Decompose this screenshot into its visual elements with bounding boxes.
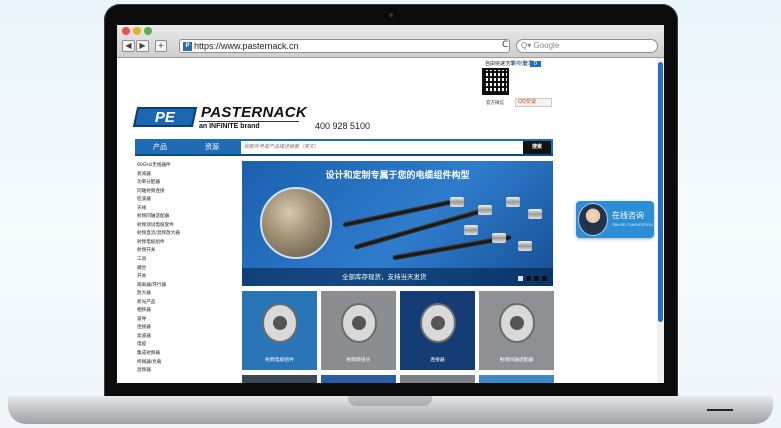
- forward-button[interactable]: ▶: [136, 40, 149, 52]
- product-tile[interactable]: 射频转接头: [321, 291, 396, 370]
- banner-caption: 全部库存现货，支持当天发货: [242, 268, 553, 286]
- phone-number: 400 928 5100: [315, 121, 371, 131]
- product-tile[interactable]: [242, 375, 317, 383]
- cart-count-badge: 0: [529, 61, 541, 67]
- site-logo[interactable]: PE: [132, 107, 198, 127]
- cart-link[interactable]: 🛒购物车 0: [506, 60, 541, 67]
- scrollbar-thumb[interactable]: [658, 62, 663, 322]
- connector-graphic: [518, 241, 532, 251]
- sidebar-category-item[interactable]: 混频器: [137, 367, 237, 376]
- nav-item-resources[interactable]: 资源: [205, 142, 219, 152]
- support-avatar: [578, 203, 608, 236]
- reload-icon[interactable]: C: [502, 40, 508, 50]
- main-nav: 产品 资源 按部件号或产品描述搜索（英文） 搜索: [135, 139, 553, 156]
- banner-worker-photo: [260, 187, 332, 259]
- connector-graphic: [450, 197, 464, 207]
- carousel-dots: [518, 276, 547, 281]
- cart-label: 购物车: [511, 61, 527, 67]
- sidebar-category-item[interactable]: 衰减器: [137, 171, 237, 180]
- sidebar-category-item[interactable]: 射频开关: [137, 247, 237, 256]
- webcam-icon: [389, 13, 393, 17]
- category-sidebar: 60GHz无线器件 衰减器 功率分配器 同轴射频连接 检波器 天线 射频同轴适配器 射频测试电…: [137, 162, 237, 376]
- site-favicon-icon: P: [183, 41, 192, 51]
- browser-search-input[interactable]: Q▾ Google: [516, 39, 658, 53]
- sidebar-category-item[interactable]: 60GHz无线器件: [137, 162, 237, 171]
- connector-graphic: [492, 233, 506, 243]
- product-search-input[interactable]: 按部件号或产品描述搜索（英文）: [241, 141, 524, 154]
- qq-chat-button[interactable]: QQ交谈: [515, 98, 552, 107]
- back-button[interactable]: ◀: [122, 40, 135, 52]
- sidebar-category-item[interactable]: 放大器: [137, 290, 237, 299]
- carousel-dot[interactable]: [518, 276, 523, 281]
- laptop-edge-mark: [707, 409, 733, 411]
- chat-sublabel: ONLINE CONSULTATION: [612, 223, 653, 227]
- connector-graphic: [464, 225, 478, 235]
- product-tile-label: 射频电缆组件: [265, 358, 294, 363]
- wechat-qr-code: [482, 68, 509, 95]
- sidebar-category-item[interactable]: 工具: [137, 256, 237, 265]
- sidebar-category-item[interactable]: 终端器/负载: [137, 359, 237, 368]
- carousel-dot[interactable]: [534, 276, 539, 281]
- scrollbar[interactable]: [657, 58, 664, 383]
- search-icon: Q▾: [521, 41, 534, 50]
- sidebar-category-item[interactable]: 电缆: [137, 341, 237, 350]
- sidebar-category-item[interactable]: 滤波器: [137, 333, 237, 342]
- connector-graphic: [528, 209, 542, 219]
- banner-title: 设计和定制专属于您的电缆组件构型: [325, 171, 470, 181]
- sidebar-category-item[interactable]: 射频电缆组件: [137, 239, 237, 248]
- add-bookmark-button[interactable]: +: [155, 40, 167, 52]
- nav-item-products[interactable]: 产品: [153, 142, 167, 152]
- logo-text: PE: [154, 109, 175, 126]
- carousel-dot[interactable]: [542, 276, 547, 281]
- sidebar-category-item[interactable]: 隔离器/环行器: [137, 282, 237, 291]
- product-tile-label: 射频同轴适配器: [499, 358, 534, 363]
- sidebar-category-item[interactable]: 相移器: [137, 307, 237, 316]
- connector-graphic: [506, 197, 520, 207]
- sidebar-category-item[interactable]: 开关: [137, 273, 237, 282]
- brand-tagline: an INFINITE brand: [199, 121, 299, 130]
- sidebar-category-item[interactable]: 耦合: [137, 265, 237, 274]
- connector-graphic: [478, 205, 492, 215]
- address-url: https://www.pasternack.cn: [194, 41, 299, 51]
- qq-label: QQ交谈: [518, 99, 536, 105]
- product-tile-label: 射频转接头: [346, 358, 371, 363]
- browser-search-placeholder: Google: [533, 41, 560, 50]
- sidebar-category-item[interactable]: 新光产品: [137, 299, 237, 308]
- carousel-dot[interactable]: [526, 276, 531, 281]
- sidebar-category-item[interactable]: 功率分配器: [137, 179, 237, 188]
- laptop-base: [8, 396, 773, 424]
- close-window-icon[interactable]: [122, 27, 130, 35]
- sidebar-category-item[interactable]: 射频直流/混频放大器: [137, 230, 237, 239]
- sidebar-category-item[interactable]: 波导: [137, 316, 237, 325]
- sidebar-category-item[interactable]: 检波器: [137, 196, 237, 205]
- hero-banner[interactable]: 设计和定制专属于您的电缆组件构型 全部库存现货，支持当天发货: [242, 161, 553, 286]
- product-tile[interactable]: 射频电缆组件: [242, 291, 317, 370]
- sidebar-category-item[interactable]: 连接器: [137, 324, 237, 333]
- sidebar-category-item[interactable]: 集成射频器: [137, 350, 237, 359]
- browser-toolbar: ◀ ▶ + P https://www.pasternack.cn C Q▾ G…: [117, 25, 664, 58]
- address-bar[interactable]: P https://www.pasternack.cn: [179, 39, 510, 53]
- sidebar-category-item[interactable]: 射频同轴适配器: [137, 213, 237, 222]
- wechat-label: 官方微信: [486, 101, 504, 106]
- product-tile[interactable]: [479, 375, 554, 383]
- product-tile[interactable]: [321, 375, 396, 383]
- product-tile-label: 连接器: [430, 358, 445, 363]
- sidebar-category-item[interactable]: 射频测试电缆套件: [137, 222, 237, 231]
- chat-label: 在线咨询: [612, 211, 644, 220]
- brand-name: PASTERNACK: [201, 104, 308, 121]
- search-button[interactable]: 搜索: [523, 141, 551, 154]
- product-tile[interactable]: 连接器: [400, 291, 475, 370]
- online-chat-widget[interactable]: 在线咨询 ONLINE CONSULTATION: [576, 201, 654, 238]
- sidebar-category-item[interactable]: 天线: [137, 205, 237, 214]
- zoom-window-icon[interactable]: [144, 27, 152, 35]
- minimize-window-icon[interactable]: [133, 27, 141, 35]
- product-tile[interactable]: 射频同轴适配器: [479, 291, 554, 370]
- product-tile[interactable]: [400, 375, 475, 383]
- sidebar-category-item[interactable]: 同轴射频连接: [137, 188, 237, 197]
- laptop-notch: [348, 396, 432, 406]
- window-controls: [122, 27, 152, 35]
